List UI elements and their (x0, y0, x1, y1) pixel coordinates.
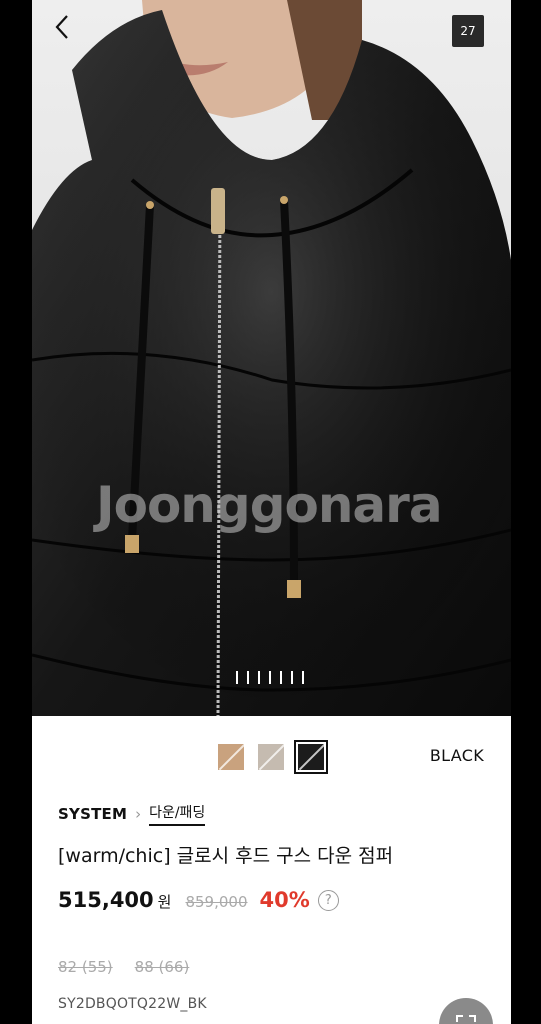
pager-dot[interactable] (291, 671, 293, 684)
size-options: 82 (55) 88 (66) (58, 958, 189, 976)
size-option-sold-out[interactable]: 88 (66) (135, 958, 190, 976)
image-pager[interactable] (236, 671, 304, 684)
chevron-left-icon (55, 15, 68, 39)
back-button[interactable] (54, 14, 82, 48)
product-image-viewer[interactable]: 27 Joonggonara (32, 0, 511, 716)
help-icon[interactable]: ? (317, 889, 339, 911)
sale-price: 515,400 (58, 888, 154, 912)
product-sku: SY2DBQOTQ22W_BK (58, 996, 207, 1012)
currency-label: 원 (157, 893, 172, 911)
pager-dot[interactable] (269, 671, 271, 684)
product-photo (32, 0, 511, 716)
breadcrumb: SYSTEM › 다운/패딩 (58, 802, 206, 826)
scan-button[interactable] (439, 998, 493, 1024)
pager-dot[interactable] (302, 671, 304, 684)
discount-rate: 40% (259, 888, 310, 912)
pager-dot[interactable] (236, 671, 238, 684)
scan-icon (456, 1015, 476, 1022)
category-link[interactable]: 다운/패딩 (149, 802, 206, 826)
color-swatch-black[interactable] (294, 740, 328, 774)
pager-dot[interactable] (247, 671, 249, 684)
product-detail-screen: 27 Joonggonara BLACK SYSTEM › 다운/패딩 [war… (32, 0, 511, 1024)
pager-dot[interactable] (258, 671, 260, 684)
pager-dot[interactable] (280, 671, 282, 684)
selected-color-label: BLACK (429, 746, 484, 765)
chevron-right-icon: › (135, 805, 142, 823)
price-row: 515,400 원 859,000 40% ? (58, 888, 339, 912)
watermark: Joonggonara (96, 476, 443, 534)
color-swatch-beige[interactable] (258, 744, 284, 770)
size-option-sold-out[interactable]: 82 (55) (58, 958, 113, 976)
product-title: [warm/chic] 글로시 후드 구스 다운 점퍼 (58, 845, 394, 867)
image-count-badge: 27 (452, 15, 484, 47)
original-price: 859,000 (185, 893, 248, 911)
brand-link[interactable]: SYSTEM (58, 805, 127, 823)
color-swatches (218, 740, 328, 774)
color-swatch-camel[interactable] (218, 744, 244, 770)
